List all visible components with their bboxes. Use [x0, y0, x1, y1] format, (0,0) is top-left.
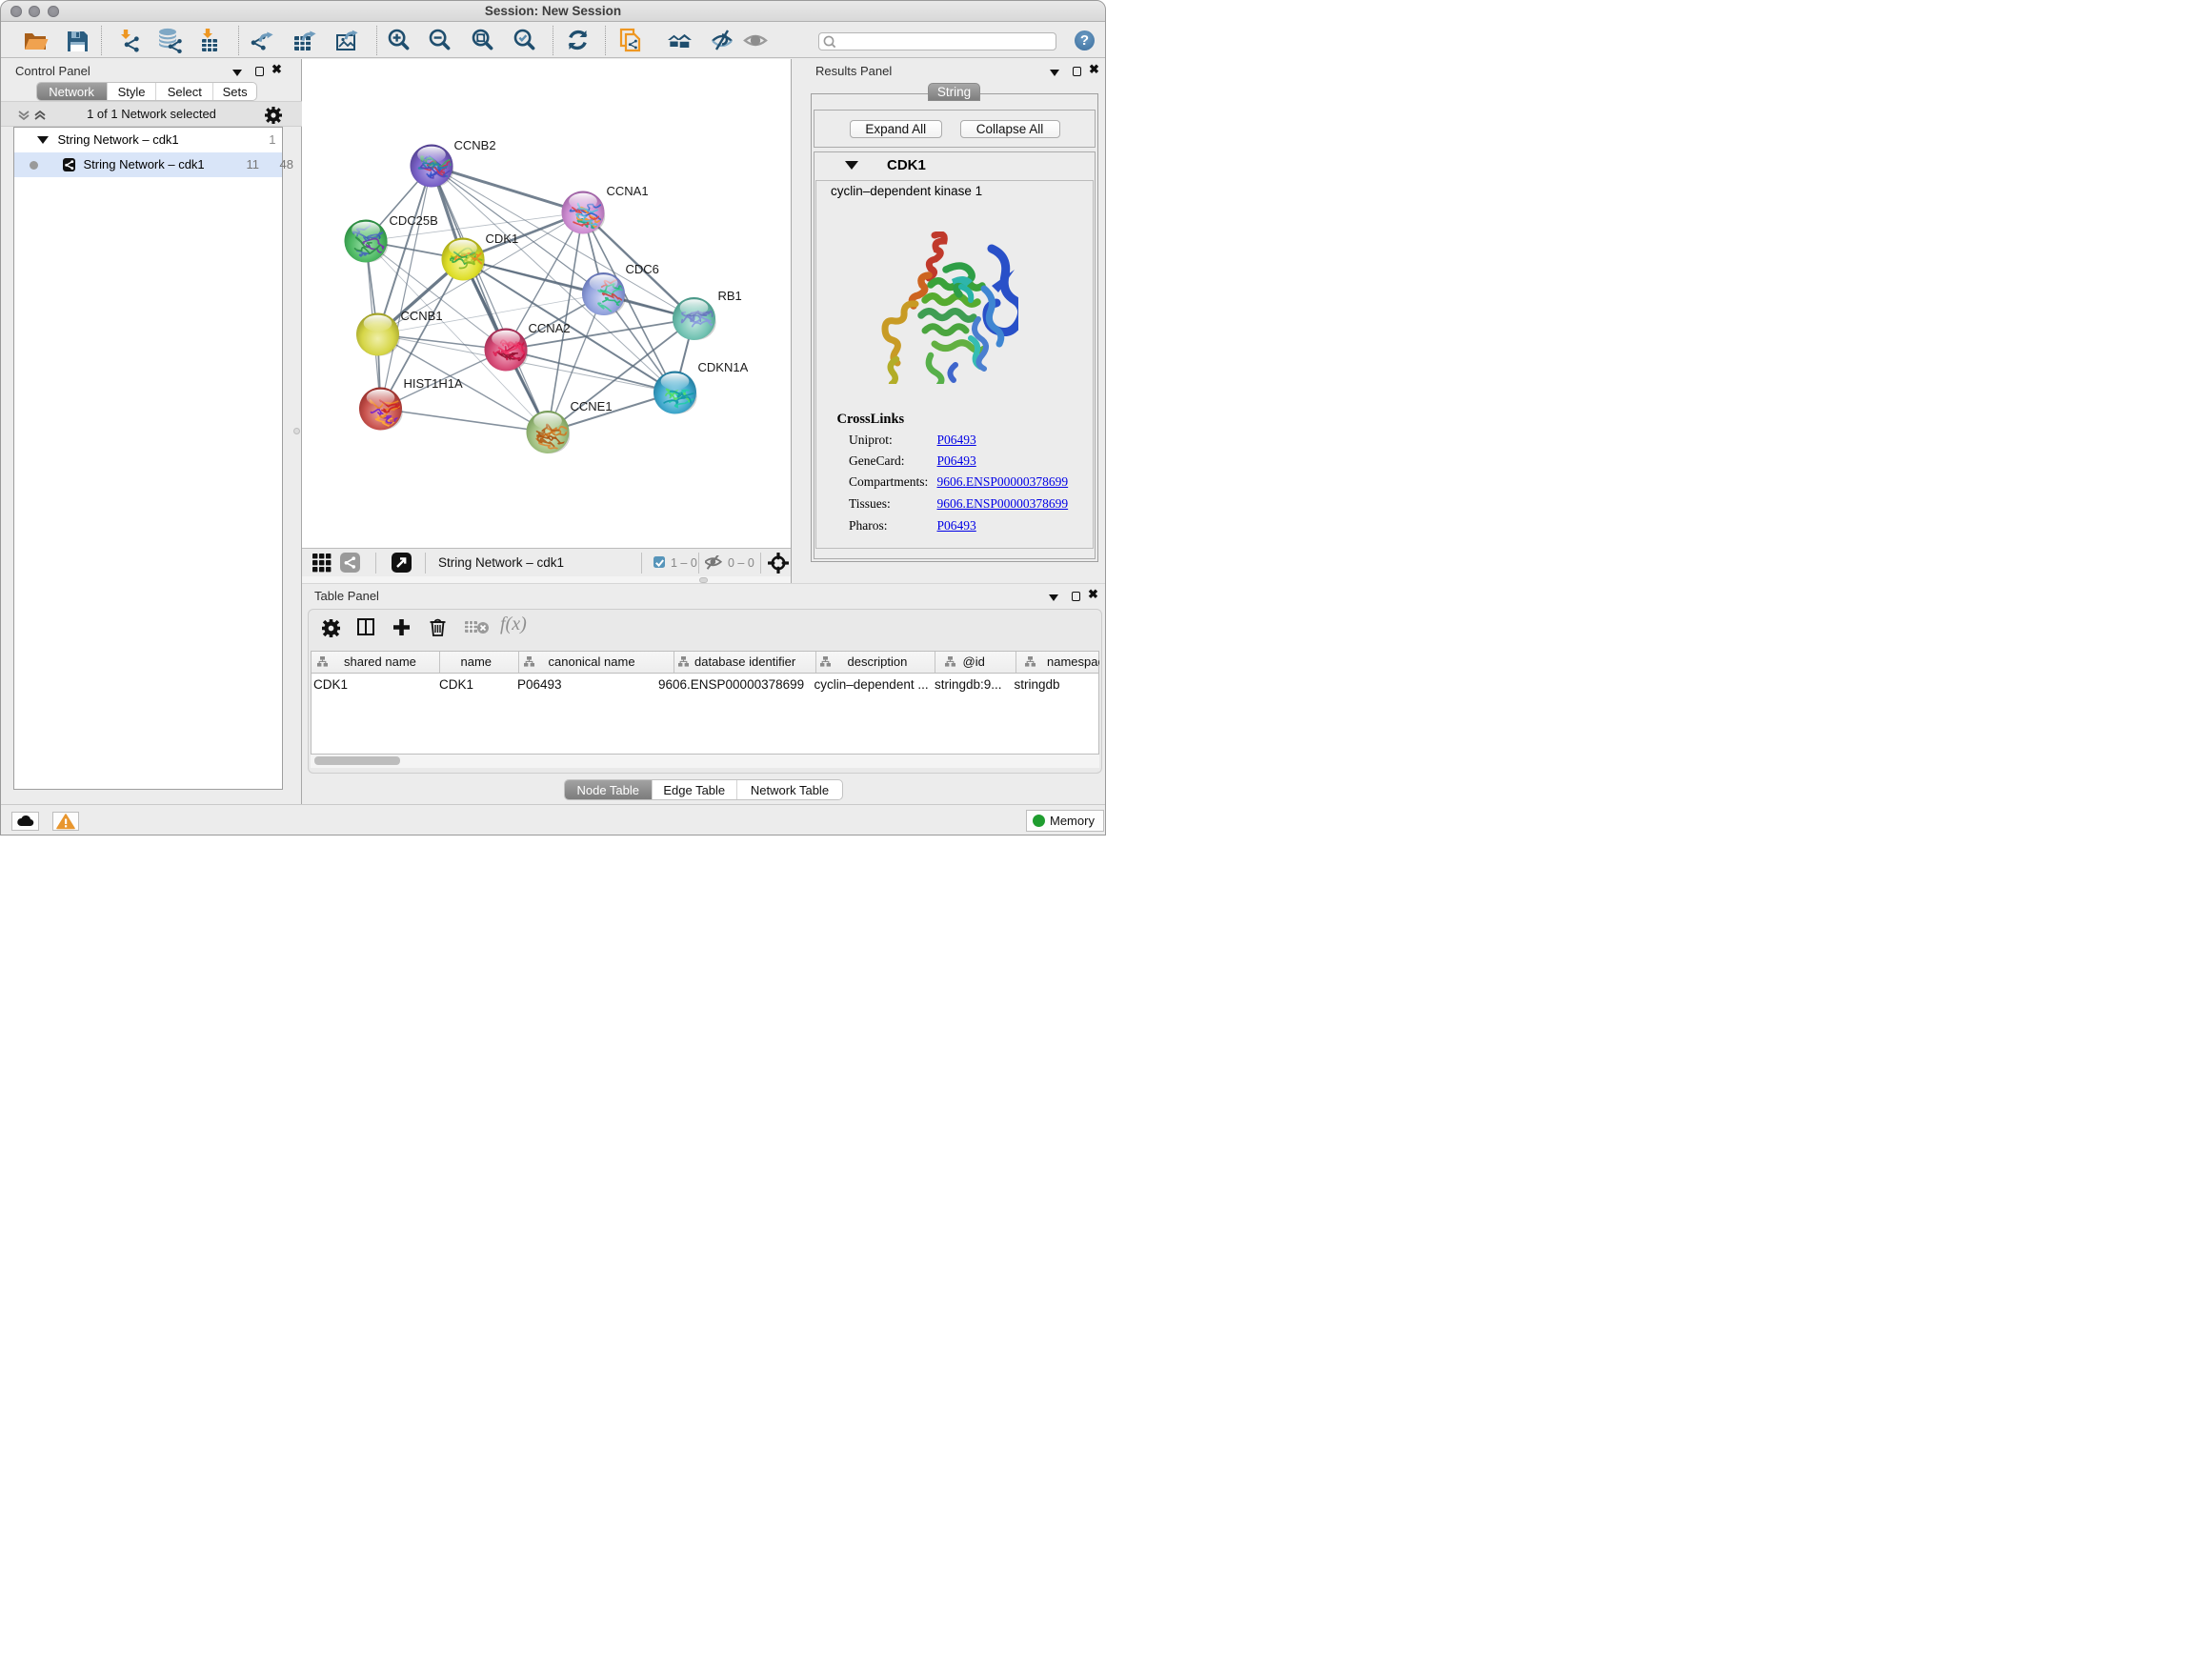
svg-text:CCNB2: CCNB2: [453, 138, 495, 152]
svg-text:CDC25B: CDC25B: [389, 213, 437, 228]
svg-text:CDKN1A: CDKN1A: [697, 360, 748, 374]
svg-text:CCNB1: CCNB1: [400, 309, 442, 323]
svg-text:CDK1: CDK1: [485, 232, 518, 246]
svg-text:CDC6: CDC6: [625, 262, 658, 276]
svg-text:RB1: RB1: [717, 289, 741, 303]
svg-text:CCNA1: CCNA1: [606, 184, 648, 198]
svg-text:CCNA2: CCNA2: [528, 321, 570, 335]
svg-text:CCNE1: CCNE1: [570, 399, 612, 413]
svg-text:HIST1H1A: HIST1H1A: [403, 376, 462, 391]
